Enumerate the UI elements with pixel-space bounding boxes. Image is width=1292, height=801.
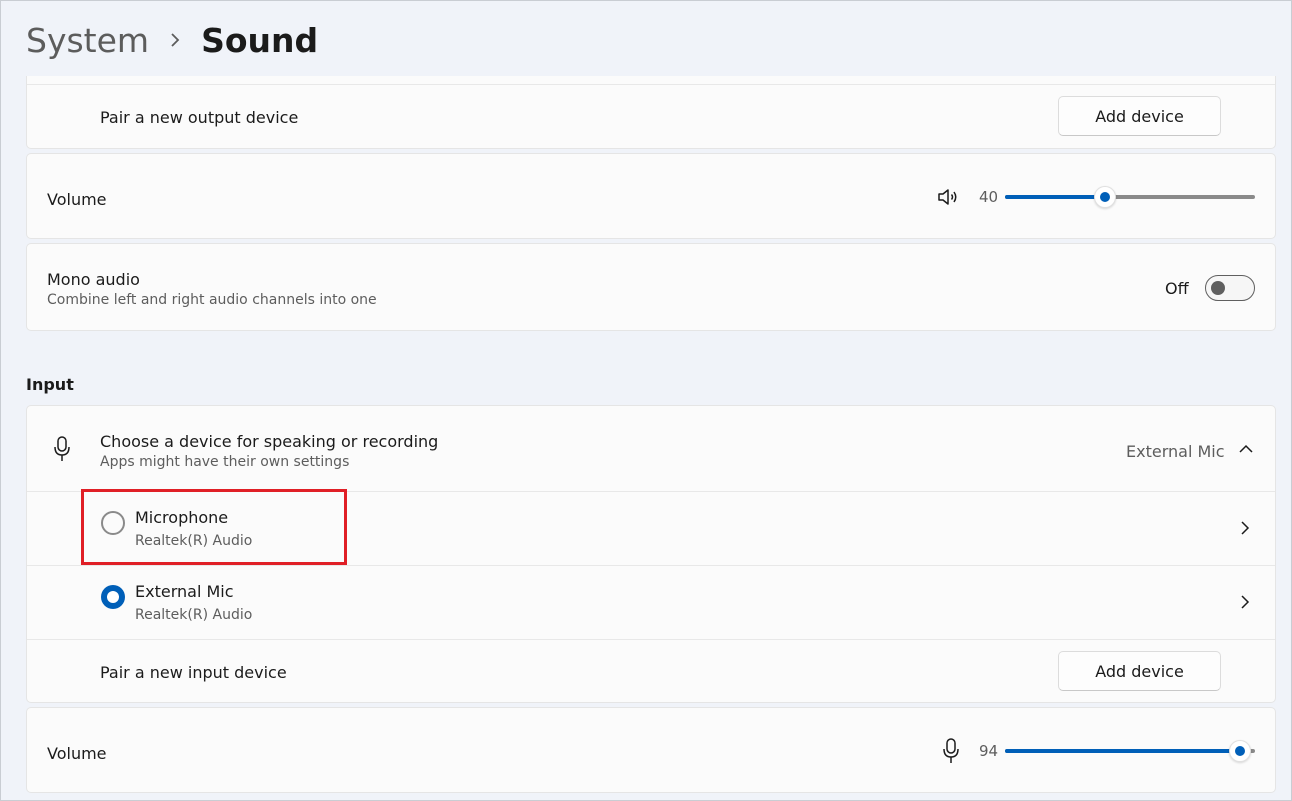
pair-output-device-label: Pair a new output device: [100, 108, 299, 127]
mono-audio-text: Mono audio Combine left and right audio …: [47, 270, 377, 308]
input-volume-label: Volume: [47, 744, 107, 763]
input-volume-value: 94: [979, 742, 999, 760]
slider-fill: [1005, 195, 1105, 199]
input-volume-slider[interactable]: [1005, 740, 1255, 762]
slider-thumb[interactable]: [1094, 186, 1116, 208]
breadcrumb: System Sound: [26, 19, 318, 61]
mono-audio-state: Off: [1165, 279, 1189, 298]
selected-input-device: External Mic: [1126, 442, 1225, 461]
pair-input-device-label: Pair a new input device: [100, 663, 287, 682]
mono-audio-description: Combine left and right audio channels in…: [47, 292, 377, 308]
microphone-icon[interactable]: [942, 738, 960, 764]
input-device-external-mic[interactable]: External Mic Realtek(R) Audio: [27, 566, 1275, 639]
chevron-right-icon[interactable]: [1240, 520, 1250, 536]
slider-fill: [1005, 749, 1240, 753]
external-mic-detail: Realtek(R) Audio: [135, 607, 253, 623]
mono-audio-label: Mono audio: [47, 270, 140, 289]
microphone-text: Microphone Realtek(R) Audio: [135, 508, 252, 549]
external-mic-radio[interactable]: [101, 585, 125, 609]
input-section-title: Input: [26, 375, 74, 394]
add-output-device-button[interactable]: Add device: [1058, 96, 1221, 136]
microphone-detail: Realtek(R) Audio: [135, 533, 253, 549]
slider-thumb[interactable]: [1229, 740, 1251, 762]
external-mic-text: External Mic Realtek(R) Audio: [135, 582, 252, 623]
output-volume-slider[interactable]: [1005, 186, 1255, 208]
output-volume-value: 40: [979, 188, 999, 206]
chevron-up-icon[interactable]: [1238, 444, 1254, 454]
mono-audio-toggle[interactable]: [1205, 275, 1255, 301]
output-volume-card: Volume 40: [26, 153, 1276, 239]
speaker-icon[interactable]: [937, 187, 961, 207]
microphone-name: Microphone: [135, 508, 229, 527]
choose-input-label: Choose a device for speaking or recordin…: [100, 432, 439, 451]
choose-input-text: Choose a device for speaking or recordin…: [100, 432, 438, 470]
external-mic-name: External Mic: [135, 582, 234, 601]
microphone-radio[interactable]: [101, 511, 125, 535]
pair-output-device-card: Pair a new output device Add device: [26, 76, 1276, 149]
input-device-card: Choose a device for speaking or recordin…: [26, 405, 1276, 703]
add-input-device-button[interactable]: Add device: [1058, 651, 1221, 691]
output-volume-label: Volume: [47, 190, 107, 209]
choose-input-device-header[interactable]: Choose a device for speaking or recordin…: [27, 406, 1275, 491]
breadcrumb-system[interactable]: System: [26, 21, 149, 60]
page-title: Sound: [201, 20, 319, 60]
chevron-right-icon[interactable]: [1240, 594, 1250, 610]
input-volume-card: Volume 94: [26, 707, 1276, 793]
chevron-right-icon: [169, 32, 181, 48]
input-device-microphone[interactable]: Microphone Realtek(R) Audio: [27, 492, 1275, 565]
microphone-icon: [54, 436, 70, 461]
choose-input-description: Apps might have their own settings: [100, 454, 350, 470]
toggle-knob: [1211, 281, 1225, 295]
mono-audio-card: Mono audio Combine left and right audio …: [26, 243, 1276, 331]
